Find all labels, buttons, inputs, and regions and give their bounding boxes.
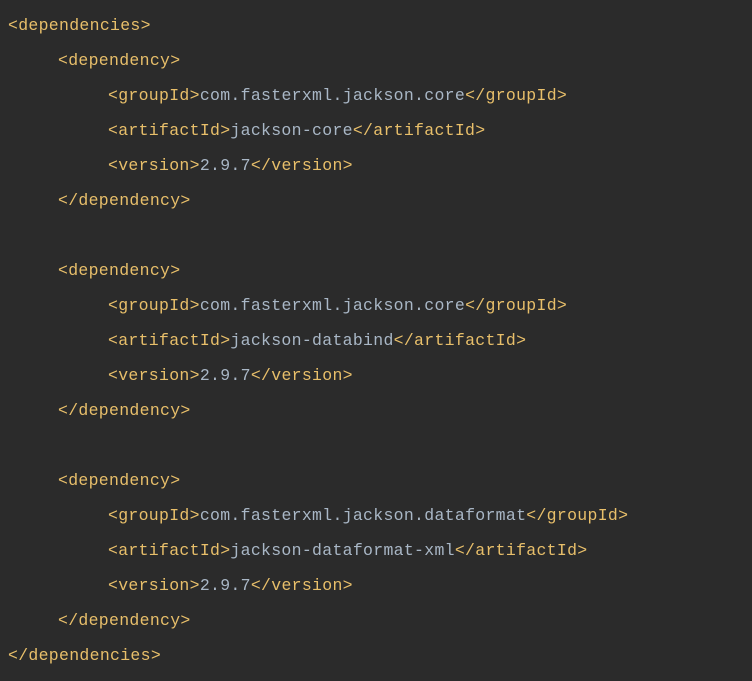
tag-close-version: </version> [251, 366, 353, 385]
xml-line: <dependencies> [8, 8, 744, 43]
tag-open-artifactid: <artifactId> [108, 541, 230, 560]
tag-open-version: <version> [108, 366, 200, 385]
xml-line: <groupId>com.fasterxml.jackson.core</gro… [8, 288, 744, 323]
xml-line: </dependencies> [8, 638, 744, 673]
xml-line: <dependency> [8, 253, 744, 288]
tag-open-groupid: <groupId> [108, 506, 200, 525]
tag-open-groupid: <groupId> [108, 296, 200, 315]
tag-open-artifactid: <artifactId> [108, 121, 230, 140]
tag-open-artifactid: <artifactId> [108, 331, 230, 350]
tag-close-dependency: </dependency> [58, 401, 191, 420]
tag-close-dependencies: </dependencies> [8, 646, 161, 665]
tag-open-version: <version> [108, 576, 200, 595]
tag-close-version: </version> [251, 576, 353, 595]
version-value: 2.9.7 [200, 576, 251, 595]
tag-open-dependency: <dependency> [58, 471, 180, 490]
artifactid-value: jackson-databind [230, 331, 393, 350]
tag-close-artifactid: </artifactId> [394, 331, 527, 350]
artifactid-value: jackson-dataformat-xml [230, 541, 454, 560]
xml-line: <version>2.9.7</version> [8, 358, 744, 393]
groupid-value: com.fasterxml.jackson.core [200, 86, 465, 105]
xml-line: </dependency> [8, 393, 744, 428]
code-block: <dependencies> <dependency> <groupId>com… [8, 8, 744, 673]
xml-line: <version>2.9.7</version> [8, 568, 744, 603]
tag-close-version: </version> [251, 156, 353, 175]
tag-close-groupid: </groupId> [526, 506, 628, 525]
version-value: 2.9.7 [200, 366, 251, 385]
xml-line: <artifactId>jackson-dataformat-xml</arti… [8, 533, 744, 568]
xml-line: <artifactId>jackson-databind</artifactId… [8, 323, 744, 358]
xml-line: </dependency> [8, 603, 744, 638]
tag-open-dependencies: <dependencies> [8, 16, 151, 35]
xml-line: </dependency> [8, 183, 744, 218]
version-value: 2.9.7 [200, 156, 251, 175]
blank-line [8, 218, 744, 253]
tag-open-dependency: <dependency> [58, 261, 180, 280]
groupid-value: com.fasterxml.jackson.core [200, 296, 465, 315]
xml-line: <version>2.9.7</version> [8, 148, 744, 183]
xml-line: <dependency> [8, 43, 744, 78]
tag-open-version: <version> [108, 156, 200, 175]
tag-close-groupid: </groupId> [465, 296, 567, 315]
tag-open-dependency: <dependency> [58, 51, 180, 70]
tag-close-groupid: </groupId> [465, 86, 567, 105]
xml-line: <groupId>com.fasterxml.jackson.dataforma… [8, 498, 744, 533]
groupid-value: com.fasterxml.jackson.dataformat [200, 506, 526, 525]
tag-open-groupid: <groupId> [108, 86, 200, 105]
tag-close-artifactid: </artifactId> [455, 541, 588, 560]
blank-line [8, 428, 744, 463]
xml-line: <groupId>com.fasterxml.jackson.core</gro… [8, 78, 744, 113]
tag-close-artifactid: </artifactId> [353, 121, 486, 140]
xml-line: <dependency> [8, 463, 744, 498]
tag-close-dependency: </dependency> [58, 191, 191, 210]
tag-close-dependency: </dependency> [58, 611, 191, 630]
artifactid-value: jackson-core [230, 121, 352, 140]
xml-line: <artifactId>jackson-core</artifactId> [8, 113, 744, 148]
